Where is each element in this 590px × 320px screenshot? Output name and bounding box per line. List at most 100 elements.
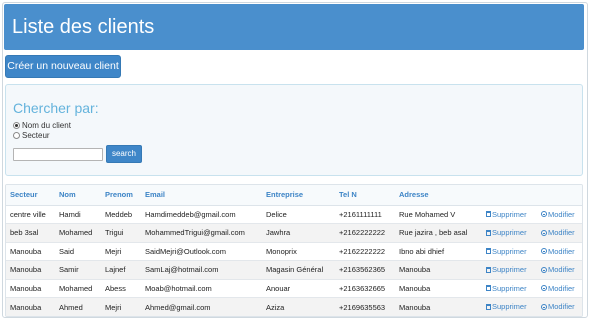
edit-icon: [541, 303, 547, 310]
edit-label: Modifier: [548, 209, 575, 219]
table-row: Manouba Ahmed Mejri Ahmed@gmail.com Aziz…: [6, 297, 582, 316]
delete-link[interactable]: Supprimer: [486, 284, 527, 293]
delete-link[interactable]: Supprimer: [486, 265, 527, 274]
cell-email: MohammedTrigui@gmail.com: [141, 223, 262, 243]
delete-label: Supprimer: [492, 265, 527, 274]
cell-prenom: Lajnef: [101, 260, 141, 280]
edit-icon: [541, 285, 547, 291]
page-header: Liste des clients: [4, 4, 584, 50]
trash-icon: [486, 229, 491, 236]
edit-icon: [541, 229, 547, 236]
edit-label: Modifier: [548, 302, 575, 312]
col-adresse: Adresse: [395, 185, 482, 206]
cell-secteur: Manouba: [6, 279, 55, 298]
cell-entreprise: Jawhra: [262, 223, 335, 243]
trash-icon: [486, 285, 491, 291]
edit-link[interactable]: Modifier: [541, 302, 575, 311]
delete-label: Supprimer: [492, 283, 527, 293]
edit-label: Modifier: [548, 246, 575, 256]
cell-email: Hamdimeddeb@gmail.com: [141, 205, 262, 224]
edit-label: Modifier: [548, 228, 575, 237]
cell-adresse: Ibno abi dhief: [395, 242, 482, 261]
radio-option-name[interactable]: Nom du client: [13, 121, 71, 130]
edit-link[interactable]: Modifier: [541, 265, 575, 274]
delete-link[interactable]: Supprimer: [486, 210, 527, 219]
clients-table: Secteur Nom Prenom Email Entreprise Tel …: [5, 184, 583, 317]
col-delete: [482, 185, 537, 206]
radio-option-secteur[interactable]: Secteur: [13, 131, 50, 140]
cell-tel: +2169635563: [335, 297, 395, 316]
search-button[interactable]: search: [106, 145, 142, 163]
table-row: Manouba Said Mejri SaidMejri@Outlook.com…: [6, 242, 582, 261]
cell-secteur: Manouba: [6, 297, 55, 316]
col-entreprise: Entreprise: [262, 185, 335, 206]
edit-icon: [541, 266, 547, 273]
radio-name[interactable]: [13, 122, 20, 129]
delete-label: Supprimer: [492, 246, 527, 256]
cell-email: Ahmed@gmail.com: [141, 297, 262, 316]
edit-icon: [541, 211, 547, 217]
cell-entreprise: Anouar: [262, 279, 335, 298]
table-header-row: Secteur Nom Prenom Email Entreprise Tel …: [6, 185, 582, 206]
cell-tel: +2162222222: [335, 242, 395, 261]
cell-email: SaidMejri@Outlook.com: [141, 242, 262, 261]
trash-icon: [486, 248, 491, 254]
trash-icon: [486, 266, 491, 273]
cell-prenom: Abess: [101, 279, 141, 298]
cell-tel: +2162222222: [335, 223, 395, 243]
cell-secteur: centre ville: [6, 205, 55, 224]
cell-adresse: Manouba: [395, 297, 482, 316]
trash-icon: [486, 211, 491, 217]
edit-link[interactable]: Modifier: [541, 284, 575, 293]
edit-label: Modifier: [548, 283, 575, 293]
radio-secteur[interactable]: [13, 132, 20, 139]
cell-secteur: beb 3sal: [6, 223, 55, 243]
delete-label: Supprimer: [492, 302, 527, 312]
edit-link[interactable]: Modifier: [541, 210, 575, 219]
edit-link[interactable]: Modifier: [541, 247, 575, 256]
cell-entreprise: Magasin Général: [262, 260, 335, 280]
col-tel: Tel N: [335, 185, 395, 206]
cell-adresse: Rue Mohamed V: [395, 205, 482, 224]
search-panel: Chercher par: Nom du client Secteur sear…: [5, 84, 583, 176]
table-row: Manouba Samir Lajnef SamLaj@hotmail.com …: [6, 260, 582, 280]
cell-tel: +2161111111: [335, 205, 395, 224]
col-secteur: Secteur: [6, 185, 55, 206]
cell-adresse: Manouba: [395, 279, 482, 298]
edit-icon: [541, 248, 547, 254]
cell-tel: +2163562365: [335, 260, 395, 280]
cell-prenom: Mejri: [101, 242, 141, 261]
cell-entreprise: Delice: [262, 205, 335, 224]
page-title: Liste des clients: [12, 16, 155, 38]
edit-label: Modifier: [548, 265, 575, 274]
create-client-button[interactable]: Créer un nouveau client: [5, 55, 121, 78]
col-email: Email: [141, 185, 262, 206]
cell-secteur: Manouba: [6, 260, 55, 280]
cell-adresse: Rue jazira , beb asal: [395, 223, 482, 243]
cell-nom: Samir: [55, 260, 101, 280]
cell-prenom: Mejri: [101, 297, 141, 316]
cell-prenom: Meddeb: [101, 205, 141, 224]
cell-nom: Mohamed: [55, 223, 101, 243]
delete-label: Supprimer: [492, 209, 527, 219]
cell-nom: Hamdi: [55, 205, 101, 224]
cell-email: SamLaj@hotmail.com: [141, 260, 262, 280]
cell-entreprise: Monoprix: [262, 242, 335, 261]
edit-link[interactable]: Modifier: [541, 228, 575, 237]
table-row: Manouba Mohamed Abess Moab@hotmail.com A…: [6, 279, 582, 298]
delete-link[interactable]: Supprimer: [486, 228, 527, 237]
delete-link[interactable]: Supprimer: [486, 247, 527, 256]
cell-nom: Ahmed: [55, 297, 101, 316]
col-nom: Nom: [55, 185, 101, 206]
table-row: beb 3sal Mohamed Trigui MohammedTrigui@g…: [6, 223, 582, 243]
cell-email: Moab@hotmail.com: [141, 279, 262, 298]
radio-name-label: Nom du client: [22, 121, 71, 130]
cell-secteur: Manouba: [6, 242, 55, 261]
cell-tel: +2163632665: [335, 279, 395, 298]
table-row: centre ville Hamdi Meddeb Hamdimeddeb@gm…: [6, 205, 582, 224]
cell-nom: Said: [55, 242, 101, 261]
search-input[interactable]: [13, 148, 103, 161]
trash-icon: [486, 303, 491, 310]
delete-link[interactable]: Supprimer: [486, 302, 527, 311]
delete-label: Supprimer: [492, 228, 527, 237]
